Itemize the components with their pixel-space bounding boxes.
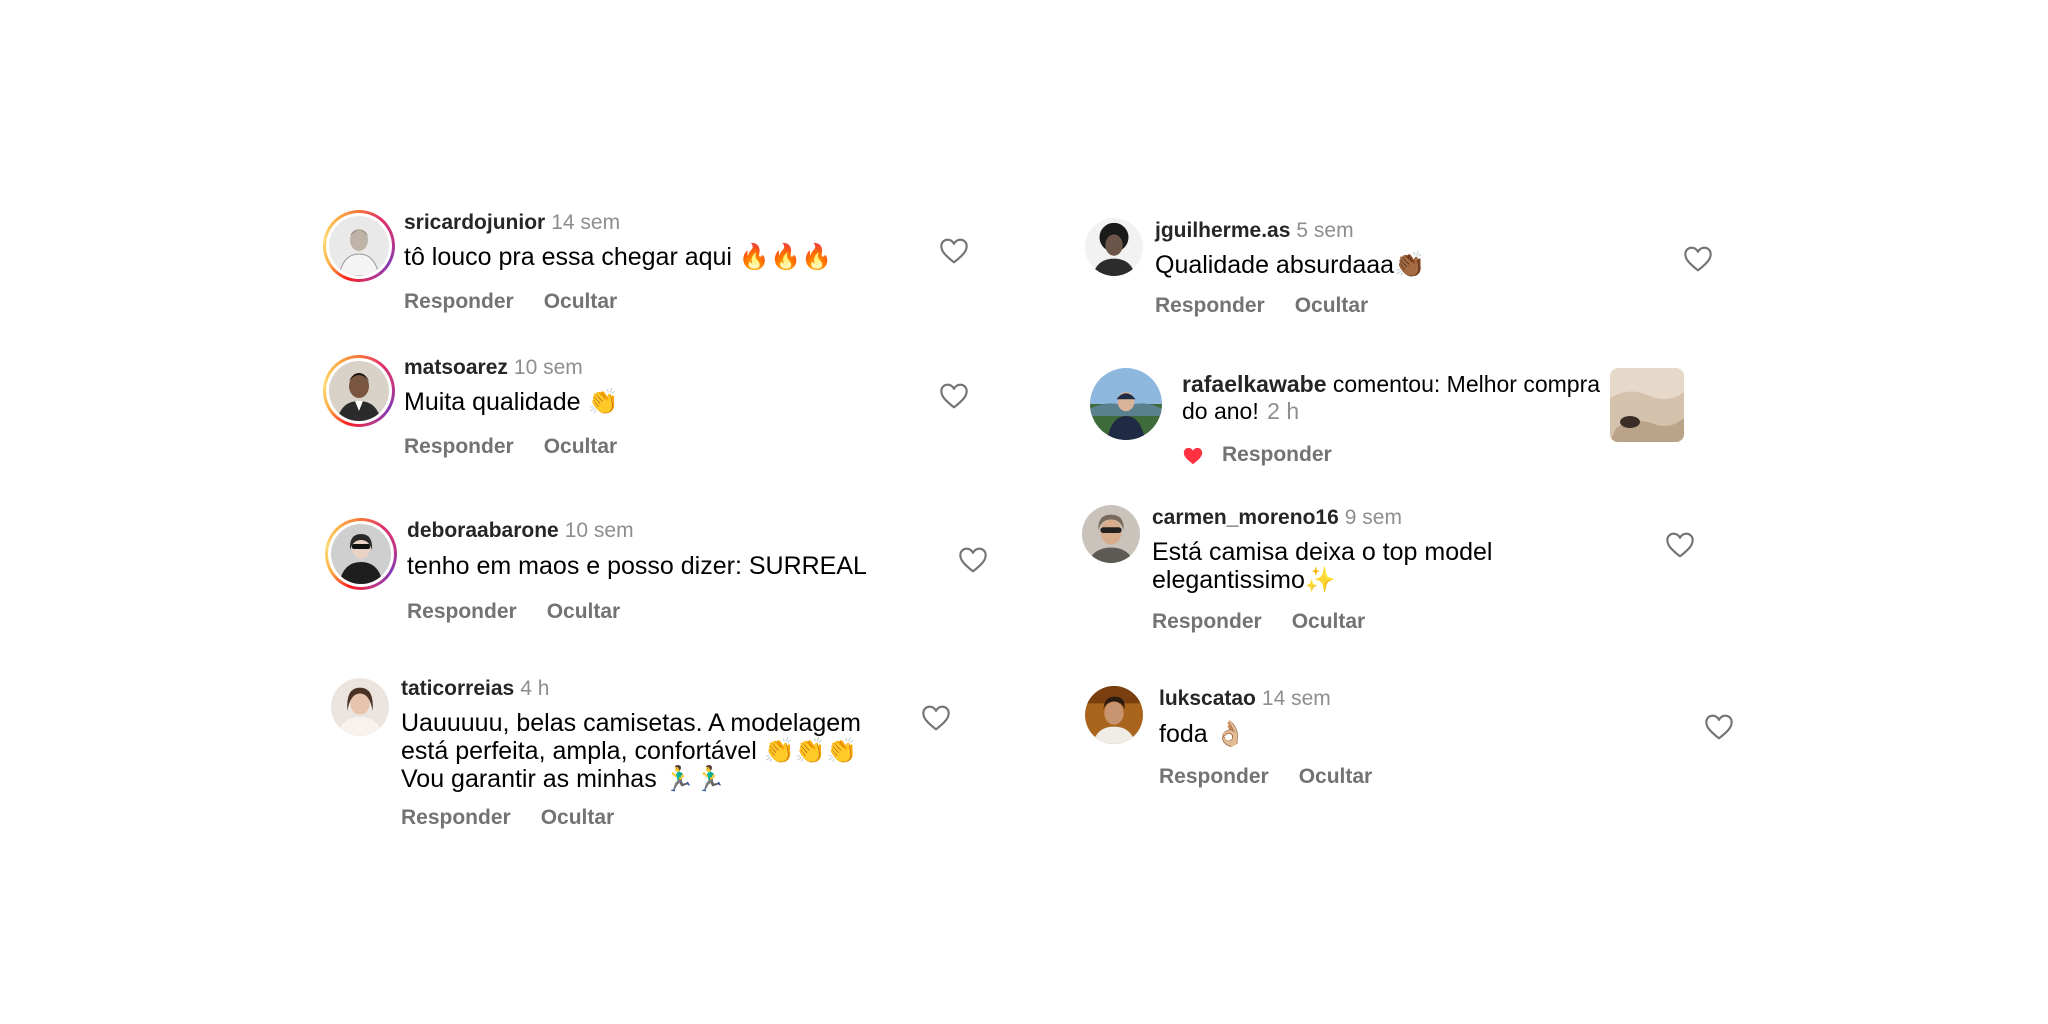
timestamp: 10 sem bbox=[513, 356, 583, 379]
reply-button[interactable]: Responder bbox=[1159, 765, 1269, 788]
avatar[interactable] bbox=[323, 355, 395, 427]
timestamp: 10 sem bbox=[564, 519, 634, 542]
heart-icon[interactable] bbox=[957, 544, 989, 576]
timestamp: 5 sem bbox=[1296, 219, 1354, 242]
comment-actions: Responder Ocultar bbox=[404, 435, 617, 459]
reply-button[interactable]: Responder bbox=[401, 806, 511, 829]
heart-icon[interactable] bbox=[938, 235, 970, 267]
heart-icon[interactable] bbox=[1682, 243, 1714, 275]
hide-button[interactable]: Ocultar bbox=[541, 806, 615, 829]
hide-button[interactable]: Ocultar bbox=[544, 290, 618, 313]
comment-text: Muita qualidade 👏 bbox=[404, 388, 619, 416]
avatar[interactable] bbox=[1085, 686, 1143, 744]
avatar-photo bbox=[1085, 218, 1143, 276]
avatar[interactable] bbox=[1082, 505, 1140, 563]
comment-actions: Responder Ocultar bbox=[404, 290, 617, 314]
comment-text: Está camisa deixa o top model elegantiss… bbox=[1152, 538, 1493, 594]
avatar-photo bbox=[331, 678, 389, 736]
reply-button[interactable]: Responder bbox=[404, 435, 514, 458]
username[interactable]: lukscatao bbox=[1159, 687, 1256, 710]
reply-button[interactable]: Responder bbox=[404, 290, 514, 313]
comment-actions: Responder Ocultar bbox=[1152, 610, 1365, 634]
comment-actions: Responder Ocultar bbox=[407, 600, 620, 624]
heart-icon[interactable] bbox=[920, 702, 952, 734]
heart-icon[interactable] bbox=[938, 380, 970, 412]
comment-header: taticorreias 4 h bbox=[401, 676, 549, 702]
avatar-photo bbox=[1082, 505, 1140, 563]
hide-button[interactable]: Ocultar bbox=[547, 600, 621, 623]
comment-header: lukscatao 14 sem bbox=[1159, 686, 1331, 712]
username[interactable]: rafaelkawabe bbox=[1182, 371, 1326, 397]
comment-header: sricardojunior 14 sem bbox=[404, 210, 620, 236]
comment-actions: Responder Ocultar bbox=[1155, 294, 1368, 318]
comment-header: matsoarez 10 sem bbox=[404, 355, 583, 381]
avatar-photo bbox=[1085, 686, 1143, 744]
avatar-photo bbox=[329, 361, 389, 421]
comment-text: tô louco pra essa chegar aqui 🔥🔥🔥 bbox=[404, 243, 833, 271]
reply-button[interactable]: Responder bbox=[1152, 610, 1262, 633]
comment-text: foda 👌🏼 bbox=[1159, 720, 1246, 748]
comment-text: tenho em maos e posso dizer: SURREAL bbox=[407, 552, 867, 580]
timestamp: 14 sem bbox=[551, 211, 621, 234]
hide-button[interactable]: Ocultar bbox=[1299, 765, 1373, 788]
reply-button[interactable]: Responder bbox=[1155, 294, 1265, 317]
timestamp: 9 sem bbox=[1344, 506, 1402, 529]
reply-button[interactable]: Responder bbox=[407, 600, 517, 623]
comment-header: carmen_moreno16 9 sem bbox=[1152, 505, 1402, 531]
avatar[interactable] bbox=[331, 678, 389, 736]
comment-text: Uauuuuu, belas camisetas. A modelagem es… bbox=[401, 709, 861, 793]
comment-text: Qualidade absurdaaa👏🏾 bbox=[1155, 251, 1426, 279]
hide-button[interactable]: Ocultar bbox=[544, 435, 618, 458]
liked-heart-icon[interactable] bbox=[1182, 445, 1204, 467]
username[interactable]: carmen_moreno16 bbox=[1152, 506, 1339, 529]
heart-icon[interactable] bbox=[1703, 711, 1735, 743]
timestamp: 14 sem bbox=[1261, 687, 1331, 710]
avatar-photo bbox=[1090, 368, 1162, 440]
comment-header: deboraabarone 10 sem bbox=[407, 518, 634, 544]
username[interactable]: deboraabarone bbox=[407, 519, 559, 542]
reply-button[interactable]: Responder bbox=[1222, 443, 1332, 467]
avatar[interactable] bbox=[1090, 368, 1162, 440]
hide-button[interactable]: Ocultar bbox=[1292, 610, 1366, 633]
avatar-photo bbox=[329, 216, 389, 276]
avatar[interactable] bbox=[325, 518, 397, 590]
username[interactable]: taticorreias bbox=[401, 677, 514, 700]
avatar[interactable] bbox=[323, 210, 395, 282]
post-thumbnail[interactable] bbox=[1610, 368, 1684, 442]
username[interactable]: jguilherme.as bbox=[1155, 219, 1290, 242]
comment-actions: Responder Ocultar bbox=[1159, 765, 1372, 789]
avatar[interactable] bbox=[1085, 218, 1143, 276]
hide-button[interactable]: Ocultar bbox=[1295, 294, 1369, 317]
timestamp: 2 h bbox=[1267, 398, 1300, 424]
avatar-photo bbox=[331, 524, 391, 584]
comment-actions: Responder Ocultar bbox=[401, 806, 614, 830]
username[interactable]: sricardojunior bbox=[404, 211, 545, 234]
username[interactable]: matsoarez bbox=[404, 356, 508, 379]
timestamp: 4 h bbox=[520, 677, 550, 700]
comment-header: jguilherme.as 5 sem bbox=[1155, 218, 1354, 244]
heart-icon[interactable] bbox=[1664, 529, 1696, 561]
notification-text: rafaelkawabe comentou: Melhor compra do … bbox=[1182, 371, 1602, 425]
